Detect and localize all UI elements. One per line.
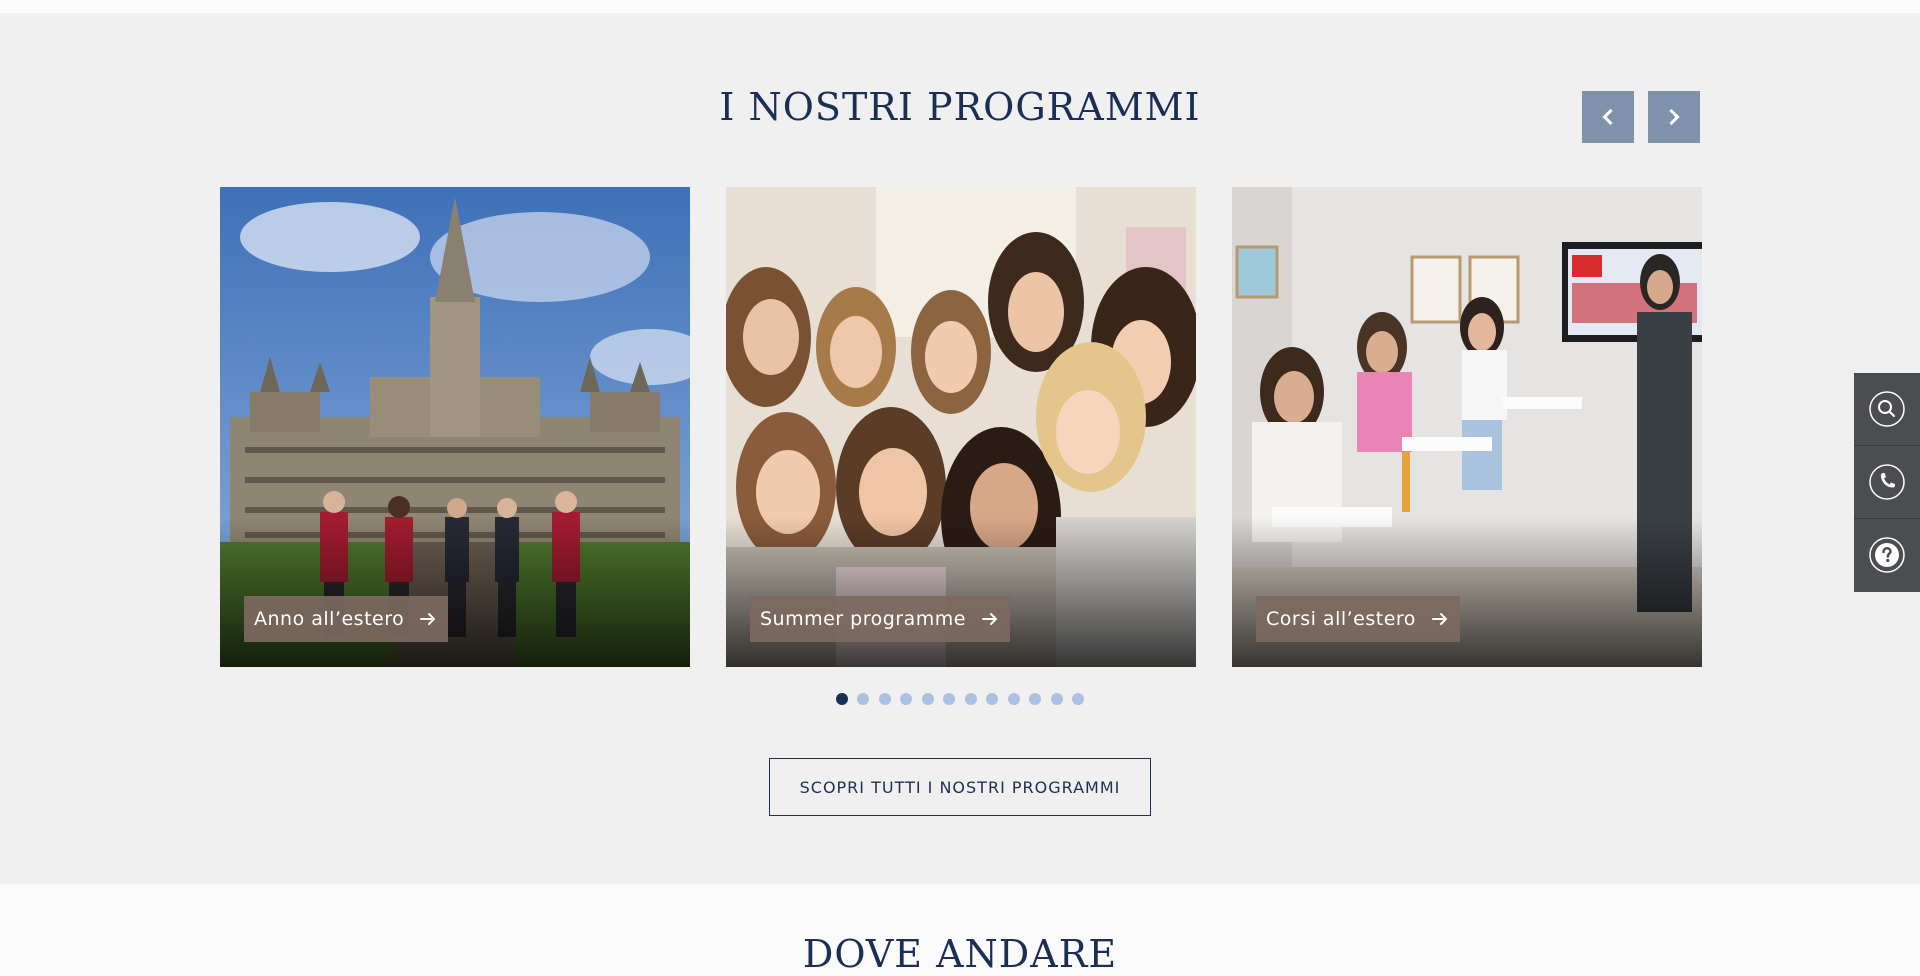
carousel-dot[interactable] [921, 693, 934, 705]
card-label-text: Corsi all’estero [1266, 608, 1416, 630]
carousel-dot[interactable] [964, 693, 977, 705]
carousel-dot[interactable] [1050, 693, 1063, 705]
carousel-dot[interactable] [900, 693, 913, 705]
card-label-text: Anno all’estero [254, 608, 405, 630]
arrow-right-icon [418, 609, 438, 629]
carousel-next-button[interactable] [1648, 91, 1700, 143]
side-tools-panel [1854, 373, 1920, 592]
search-button[interactable] [1854, 373, 1920, 446]
next-section-title: DOVE ANDARE [802, 932, 1118, 976]
program-card[interactable]: Summer programme [726, 187, 1196, 667]
card-shade [1232, 517, 1702, 667]
carousel-dot[interactable] [943, 693, 956, 705]
carousel-dot[interactable] [1029, 693, 1042, 705]
call-button[interactable] [1854, 446, 1920, 519]
carousel-dot[interactable] [878, 693, 891, 705]
card-label-button[interactable]: Corsi all’estero [1256, 596, 1460, 642]
carousel-dot[interactable] [986, 693, 999, 705]
card-shade [220, 517, 690, 667]
card-shade [726, 517, 1196, 667]
help-icon [1869, 537, 1905, 573]
chevron-left-icon [1602, 108, 1613, 126]
program-card[interactable]: Anno all’estero [220, 187, 690, 667]
programs-section: I NOSTRI PROGRAMMI Anno all’estero Summe… [0, 13, 1920, 884]
arrow-right-icon [1430, 609, 1450, 629]
carousel-dot[interactable] [857, 693, 870, 705]
help-button[interactable] [1854, 519, 1920, 591]
carousel-dot[interactable] [1072, 693, 1085, 705]
see-all-programs-button[interactable]: SCOPRI TUTTI I NOSTRI PROGRAMMI [769, 758, 1151, 816]
phone-icon [1869, 464, 1905, 500]
card-label-button[interactable]: Summer programme [750, 596, 1010, 642]
card-label-button[interactable]: Anno all’estero [244, 596, 449, 642]
program-card[interactable]: Corsi all’estero [1232, 187, 1702, 667]
carousel-dot[interactable] [1007, 693, 1020, 705]
arrow-right-icon [980, 609, 1000, 629]
top-strip [0, 0, 1920, 13]
chevron-right-icon [1669, 108, 1680, 126]
carousel-prev-button[interactable] [1582, 91, 1634, 143]
carousel-pagination [0, 693, 1920, 705]
card-label-text: Summer programme [760, 608, 966, 630]
search-icon [1869, 391, 1905, 427]
carousel-dot[interactable] [835, 693, 848, 705]
